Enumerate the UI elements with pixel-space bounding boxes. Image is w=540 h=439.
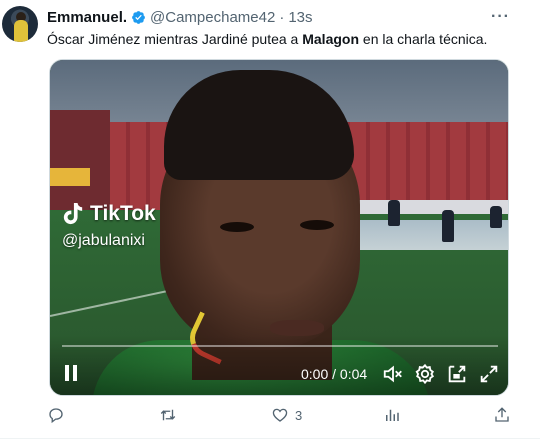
video-frame-person — [388, 200, 400, 226]
separator-dot: · — [279, 8, 285, 26]
video-frame-eye — [300, 220, 334, 230]
tweet-header: Emmanuel. @Campechame42 · 13s — [47, 8, 313, 26]
avatar-figure — [14, 20, 28, 42]
video-frame-person — [490, 206, 502, 228]
video-frame-hair — [164, 70, 354, 180]
tweet-text-part: en la charla técnica. — [359, 31, 488, 47]
mute-icon[interactable] — [382, 363, 404, 385]
pause-bar — [65, 365, 69, 381]
author-handle[interactable]: @Campechame42 — [150, 9, 275, 26]
tiktok-brand: TikTok — [90, 202, 156, 225]
video-player[interactable]: TikTok @jabulanixi 0:00 / 0:04 — [49, 59, 509, 396]
tiktok-brand-row: TikTok — [62, 202, 156, 226]
author-name[interactable]: Emmanuel. — [47, 9, 127, 26]
tweet-text-bold: Malagon — [302, 31, 360, 47]
video-time: 0:00 / 0:04 — [301, 366, 368, 382]
settings-icon[interactable] — [414, 363, 436, 385]
pip-icon[interactable] — [446, 363, 468, 385]
video-frame-person — [442, 210, 454, 242]
verified-badge-icon — [132, 10, 145, 24]
video-frame-mouth — [270, 320, 324, 336]
pause-bar — [73, 365, 77, 381]
tweet-text: Óscar Jiménez mientras Jardiné putea a M… — [47, 30, 487, 48]
video-frame-flag — [50, 168, 90, 186]
like-icon — [272, 408, 288, 422]
tweet-time[interactable]: 13s — [288, 9, 312, 26]
share-icon — [495, 407, 509, 422]
reply-icon — [49, 408, 63, 424]
tiktok-username: @jabulanixi — [62, 232, 145, 249]
video-controls-overlay — [50, 335, 508, 395]
reply-button[interactable] — [47, 405, 71, 425]
like-count: 3 — [295, 407, 303, 423]
video-progress-bar[interactable] — [62, 345, 498, 347]
views-icon — [386, 409, 399, 421]
pause-icon[interactable] — [62, 365, 80, 383]
fullscreen-icon[interactable] — [478, 363, 500, 385]
tweet-actions: 3 — [47, 405, 512, 425]
views-button[interactable] — [383, 405, 407, 425]
tiktok-logo-icon — [63, 203, 83, 225]
tiktok-watermark: TikTok @jabulanixi — [62, 202, 156, 250]
more-options-button[interactable]: ··· — [491, 8, 510, 26]
retweet-icon — [160, 409, 176, 421]
share-button[interactable] — [493, 405, 511, 425]
avatar[interactable] — [2, 6, 38, 42]
retweet-button[interactable] — [159, 405, 183, 425]
tweet-card[interactable]: Emmanuel. @Campechame42 · 13s ··· Óscar … — [0, 0, 540, 439]
video-frame-eye — [220, 222, 254, 232]
tweet-text-part: Óscar Jiménez mientras Jardiné putea a — [47, 31, 303, 47]
like-button[interactable]: 3 — [271, 405, 302, 425]
